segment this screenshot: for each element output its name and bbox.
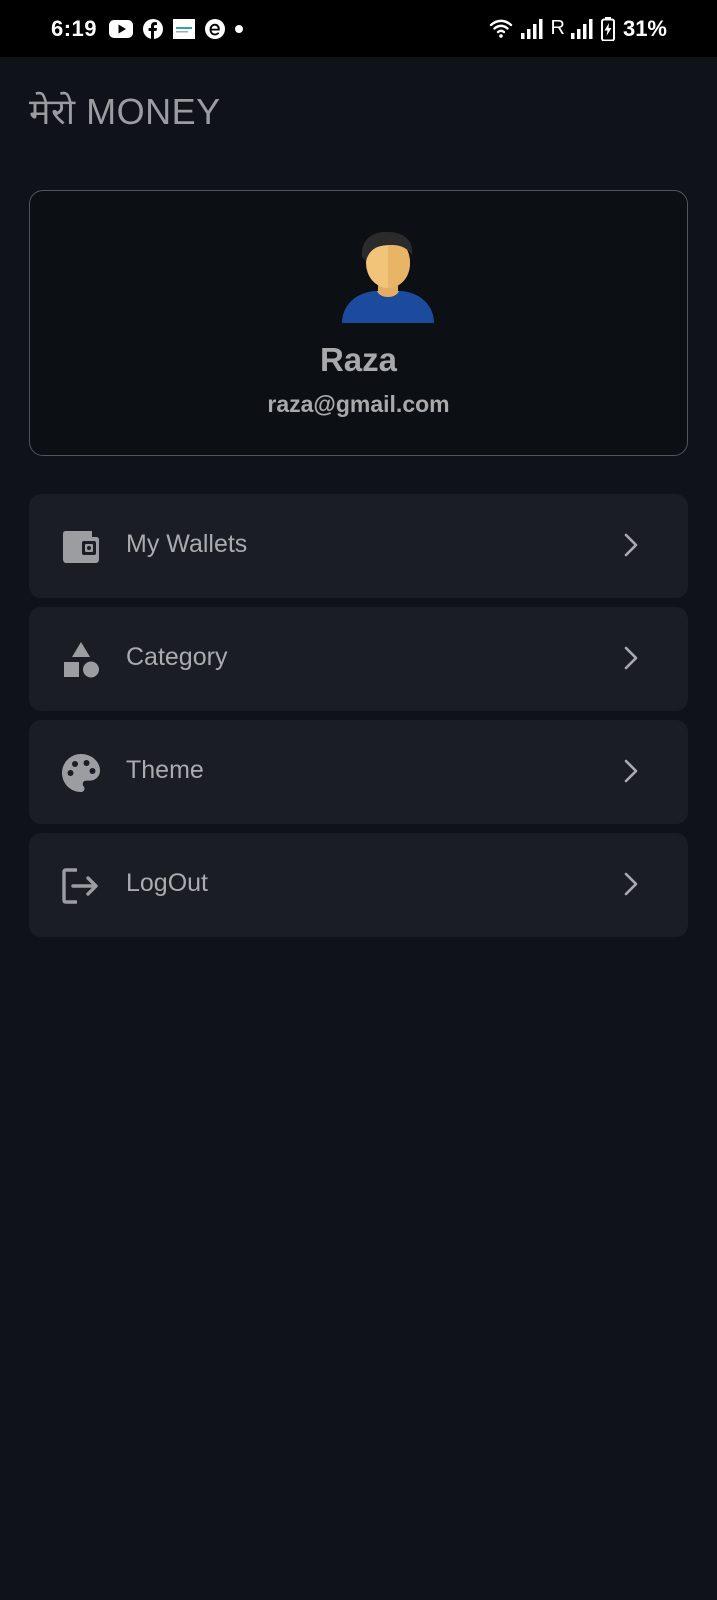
wallet-icon [61,527,101,567]
profile-name: Raza [319,341,398,378]
e-icon [205,18,226,39]
chevron-right-icon [623,758,639,789]
menu-item-label: LogOut [126,869,209,897]
notification-dot-icon [235,24,244,33]
menu-item-label: My Wallets [126,530,248,558]
menu-item-theme[interactable]: Theme [29,720,688,824]
profile-card: Raza raza@gmail.com [29,190,688,456]
menu-item-label: Category [126,643,228,671]
wifi-icon [489,19,513,39]
shapes-icon [61,640,101,680]
chevron-right-icon [623,645,639,676]
palette-icon [61,753,101,793]
news-icon [173,18,196,39]
roaming-indicator: R [550,17,565,39]
chevron-right-icon [623,532,639,563]
status-left: 6:19 [51,16,253,42]
youtube-icon [109,19,134,38]
user-avatar-icon [340,227,436,328]
status-bar: 6:19 R 31% [0,0,717,57]
menu-item-my-wallets[interactable]: My Wallets [29,494,688,598]
signal-icon [520,18,543,39]
battery-charging-icon [600,16,615,41]
app-title: मेरो MONEY [29,91,221,132]
status-right: R 31% [489,15,667,42]
battery-percent: 31% [622,15,667,41]
logout-icon [61,866,101,906]
menu-item-label: Theme [126,756,204,784]
menu-item-logout[interactable]: LogOut [29,833,688,937]
menu-item-category[interactable]: Category [29,607,688,711]
status-time: 6:19 [51,15,98,41]
profile-email: raza@gmail.com [267,391,450,417]
facebook-icon [143,18,164,39]
signal-roaming-icon [570,18,593,39]
chevron-right-icon [623,871,639,902]
